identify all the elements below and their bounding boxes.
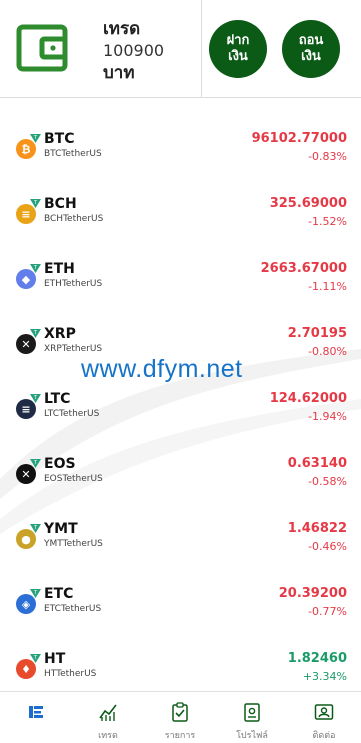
- coin-pair: BTCTetherUS: [44, 149, 102, 159]
- coin-symbol: ETC: [44, 586, 74, 602]
- balance-label: เทรด: [103, 19, 141, 39]
- tab-contact-label: ติดต่อ: [312, 731, 336, 741]
- watermark-text: www.dfym.net: [81, 355, 243, 383]
- coin-symbol: YMT: [44, 521, 78, 537]
- tether-badge-icon: T: [30, 134, 41, 143]
- tether-badge-icon: T: [30, 459, 41, 468]
- coin-price: 0.63140: [287, 456, 347, 471]
- market-row-ht[interactable]: ♦ T HT HTTetherUS 1.82460 +3.34%: [0, 649, 361, 691]
- coin-symbol: EOS: [44, 456, 76, 472]
- tab-profile-label: โปรไฟล์: [236, 731, 268, 741]
- tether-badge-icon: T: [30, 589, 41, 598]
- coin-pair: BCHTetherUS: [44, 214, 104, 224]
- coin-change: -0.58%: [308, 475, 347, 488]
- market-row-ymt[interactable]: ● T YMT YMTTetherUS 1.46822 -0.46%: [0, 519, 361, 584]
- market-list: ₿ T BTC BTCTetherUS 96102.77000 -0.83% ≡…: [0, 99, 361, 691]
- coin-pair: XRPTetherUS: [44, 344, 103, 354]
- coin-price: 2.70195: [287, 326, 347, 341]
- coin-price: 96102.77000: [251, 131, 347, 146]
- coin-price: 1.82460: [287, 651, 347, 666]
- tether-badge-icon: T: [30, 264, 41, 273]
- tether-badge-icon: T: [30, 654, 41, 663]
- bottom-tab-bar: เทรด รายการ โปรไฟล์ ติดต่อ: [0, 691, 361, 743]
- market-row-bch[interactable]: ≡ T BCH BCHTetherUS 325.69000 -1.52%: [0, 194, 361, 259]
- chart-icon: [99, 704, 117, 721]
- coin-symbol: BTC: [44, 131, 75, 147]
- coin-symbol: XRP: [44, 326, 76, 342]
- balance-unit: บาท: [103, 63, 135, 83]
- deposit-button[interactable]: ฝาก เงิน: [209, 20, 267, 78]
- coin-change: -1.11%: [308, 280, 347, 293]
- tab-home[interactable]: [0, 692, 72, 743]
- coin-pair: YMTTetherUS: [44, 539, 103, 549]
- coin-price: 1.46822: [287, 521, 347, 536]
- home-logo-icon: [29, 706, 43, 718]
- tab-orders[interactable]: รายการ: [144, 692, 216, 743]
- contact-card-icon: [314, 704, 334, 720]
- coin-change: -0.80%: [308, 345, 347, 358]
- tab-trade[interactable]: เทรด: [72, 692, 144, 743]
- wallet-icon: [16, 24, 68, 72]
- tab-orders-label: รายการ: [164, 731, 196, 741]
- market-row-etc[interactable]: ◈ T ETC ETCTetherUS 20.39200 -0.77%: [0, 584, 361, 649]
- balance-amount: 100900: [103, 41, 165, 60]
- withdraw-button-label: ถอน เงิน: [298, 33, 324, 64]
- coin-symbol: ETH: [44, 261, 75, 277]
- coin-price: 124.62000: [269, 391, 347, 406]
- tether-badge-icon: T: [30, 394, 41, 403]
- coin-symbol: LTC: [44, 391, 71, 407]
- coin-change: -0.46%: [308, 540, 347, 553]
- tether-badge-icon: T: [30, 329, 41, 338]
- tab-trade-label: เทรด: [98, 731, 118, 741]
- coin-symbol: HT: [44, 651, 66, 667]
- clipboard-check-icon: [172, 702, 188, 722]
- withdraw-button[interactable]: ถอน เงิน: [282, 20, 340, 78]
- coin-pair: ETHTetherUS: [44, 279, 103, 289]
- coin-pair: ETCTetherUS: [44, 604, 102, 614]
- market-row-btc[interactable]: ₿ T BTC BTCTetherUS 96102.77000 -0.83%: [0, 129, 361, 194]
- market-row-ltc[interactable]: ≡ T LTC LTCTetherUS 124.62000 -1.94%: [0, 389, 361, 454]
- tether-badge-icon: T: [30, 199, 41, 208]
- coin-pair: HTTetherUS: [44, 669, 97, 679]
- coin-change: -0.83%: [308, 150, 347, 163]
- deposit-button-label: ฝาก เงิน: [226, 33, 250, 64]
- coin-change: -1.94%: [308, 410, 347, 423]
- coin-symbol: BCH: [44, 196, 77, 212]
- coin-change: +3.34%: [302, 670, 347, 683]
- tab-profile[interactable]: โปรไฟล์: [216, 692, 288, 743]
- header-divider: [201, 0, 202, 98]
- coin-pair: LTCTetherUS: [44, 409, 100, 419]
- coin-pair: EOSTetherUS: [44, 474, 103, 484]
- header: เทรด 100900 บาท ฝาก เงิน ถอน เงิน: [0, 0, 361, 98]
- coin-change: -0.77%: [308, 605, 347, 618]
- coin-price: 2663.67000: [260, 261, 347, 276]
- balance-block: เทรด 100900 บาท: [103, 18, 164, 84]
- coin-price: 20.39200: [278, 586, 347, 601]
- market-row-eos[interactable]: ✕ T EOS EOSTetherUS 0.63140 -0.58%: [0, 454, 361, 519]
- coin-change: -1.52%: [308, 215, 347, 228]
- coin-price: 325.69000: [269, 196, 347, 211]
- market-row-eth[interactable]: ◆ T ETH ETHTetherUS 2663.67000 -1.11%: [0, 259, 361, 324]
- tab-contact[interactable]: ติดต่อ: [288, 692, 360, 743]
- profile-badge-icon: [244, 703, 260, 722]
- tether-badge-icon: T: [30, 524, 41, 533]
